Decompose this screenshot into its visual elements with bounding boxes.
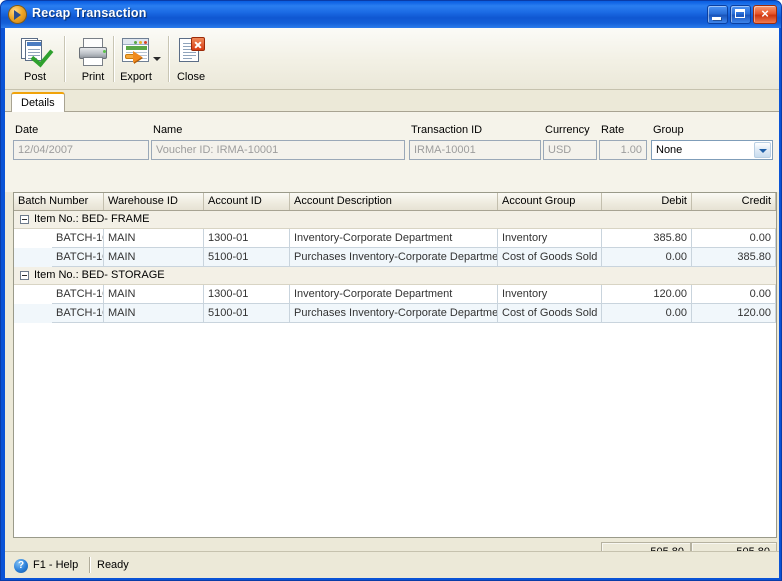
column-header-account-group[interactable]: Account Group xyxy=(498,193,602,210)
post-button[interactable]: Post xyxy=(9,32,61,86)
grid-header-row: Batch Number Warehouse ID Account ID Acc… xyxy=(14,193,776,211)
group-row[interactable]: Item No.: BED- FRAME xyxy=(14,211,776,229)
name-label: Name xyxy=(153,124,183,136)
table-row[interactable]: BATCH-1015 MAIN 5100-01 Purchases Invent… xyxy=(14,304,776,323)
close-window-button[interactable]: × xyxy=(753,5,777,24)
group-row-label: Item No.: BED- FRAME xyxy=(34,213,150,225)
post-label: Post xyxy=(23,71,46,83)
cell-warehouse-id: MAIN xyxy=(104,229,204,248)
cell-account-id: 5100-01 xyxy=(204,304,290,323)
transaction-id-label: Transaction ID xyxy=(411,124,483,136)
currency-label: Currency xyxy=(545,124,590,136)
minimize-icon xyxy=(712,17,721,20)
export-spreadsheet-icon xyxy=(120,35,152,67)
client-area: Post Print Export Close Details Date 12/… xyxy=(5,28,779,578)
cell-batch-number: BATCH-1015 xyxy=(52,285,104,304)
cell-account-description: Purchases Inventory-Corporate Departme xyxy=(290,304,498,323)
export-dropdown-arrow-icon[interactable] xyxy=(153,57,161,61)
cell-account-id: 1300-01 xyxy=(204,229,290,248)
cell-account-group: Inventory xyxy=(498,285,602,304)
status-bar: ? F1 - Help Ready xyxy=(5,551,779,578)
cell-account-group: Cost of Goods Sold xyxy=(498,304,602,323)
cell-credit: 120.00 xyxy=(692,304,776,323)
collapse-group-icon[interactable] xyxy=(20,271,29,280)
table-row[interactable]: BATCH-1015 MAIN 5100-01 Purchases Invent… xyxy=(14,248,776,267)
printer-icon xyxy=(77,35,109,67)
date-field[interactable]: 12/04/2007 xyxy=(13,140,149,160)
post-document-check-icon xyxy=(19,35,54,68)
group-select[interactable]: None xyxy=(651,140,773,160)
cell-account-description: Inventory-Corporate Department xyxy=(290,285,498,304)
transaction-id-field[interactable]: IRMA-10001 xyxy=(409,140,541,160)
title-bar[interactable]: Recap Transaction × xyxy=(1,1,781,28)
column-header-account-description[interactable]: Account Description xyxy=(290,193,498,210)
group-select-value: None xyxy=(656,144,683,156)
help-question-icon[interactable]: ? xyxy=(14,559,28,573)
close-icon: × xyxy=(761,6,769,21)
app-icon xyxy=(9,6,26,23)
group-label: Group xyxy=(653,124,684,136)
cell-warehouse-id: MAIN xyxy=(104,285,204,304)
rate-label: Rate xyxy=(601,124,625,136)
cell-account-description: Inventory-Corporate Department xyxy=(290,229,498,248)
collapse-group-icon[interactable] xyxy=(20,215,29,224)
cell-debit: 0.00 xyxy=(602,304,692,323)
chevron-down-icon[interactable] xyxy=(754,142,771,158)
recap-transaction-window: Recap Transaction × Post Print Export Cl… xyxy=(0,0,782,581)
help-label[interactable]: F1 - Help xyxy=(33,558,78,573)
column-header-debit[interactable]: Debit xyxy=(602,193,692,210)
cell-debit: 0.00 xyxy=(602,248,692,267)
recap-grid: Batch Number Warehouse ID Account ID Acc… xyxy=(13,192,777,538)
close-document-icon xyxy=(175,35,207,67)
close-toolbar-label: Close xyxy=(176,71,206,83)
toolbar-separator-1 xyxy=(64,36,66,82)
column-header-batch-number[interactable]: Batch Number xyxy=(14,193,104,210)
tab-details[interactable]: Details xyxy=(11,92,65,112)
cell-account-id: 1300-01 xyxy=(204,285,290,304)
cell-batch-number: BATCH-1015 xyxy=(52,248,104,267)
cell-debit: 120.00 xyxy=(602,285,692,304)
group-row-label: Item No.: BED- STORAGE xyxy=(34,269,165,281)
form-panel: Date 12/04/2007 Name Voucher ID: IRMA-10… xyxy=(5,112,779,192)
cell-account-group: Cost of Goods Sold xyxy=(498,248,602,267)
cell-credit: 0.00 xyxy=(692,285,776,304)
status-message: Ready xyxy=(97,559,129,571)
cell-account-description: Purchases Inventory-Corporate Departme xyxy=(290,248,498,267)
date-label: Date xyxy=(15,124,39,136)
group-row[interactable]: Item No.: BED- STORAGE xyxy=(14,267,776,285)
column-header-account-id[interactable]: Account ID xyxy=(204,193,290,210)
tab-strip: Details xyxy=(5,90,779,112)
status-separator xyxy=(89,557,91,573)
cell-warehouse-id: MAIN xyxy=(104,304,204,323)
currency-field[interactable]: USD xyxy=(543,140,597,160)
minimize-button[interactable] xyxy=(707,5,728,24)
column-header-warehouse-id[interactable]: Warehouse ID xyxy=(104,193,204,210)
cell-account-group: Inventory xyxy=(498,229,602,248)
table-row[interactable]: BATCH-1015 MAIN 1300-01 Inventory-Corpor… xyxy=(14,285,776,304)
table-row[interactable]: BATCH-1015 MAIN 1300-01 Inventory-Corpor… xyxy=(14,229,776,248)
cell-credit: 0.00 xyxy=(692,229,776,248)
cell-batch-number: BATCH-1015 xyxy=(52,229,104,248)
toolbar: Post Print Export Close xyxy=(5,28,779,90)
export-label: Export xyxy=(120,71,152,83)
name-field[interactable]: Voucher ID: IRMA-10001 xyxy=(151,140,405,160)
maximize-button[interactable] xyxy=(730,5,751,24)
maximize-icon xyxy=(735,9,745,18)
cell-warehouse-id: MAIN xyxy=(104,248,204,267)
cell-credit: 385.80 xyxy=(692,248,776,267)
cell-account-id: 5100-01 xyxy=(204,248,290,267)
close-button[interactable]: Close xyxy=(165,32,217,86)
cell-batch-number: BATCH-1015 xyxy=(52,304,104,323)
window-title: Recap Transaction xyxy=(32,6,147,20)
cell-debit: 385.80 xyxy=(602,229,692,248)
rate-field[interactable]: 1.00 xyxy=(599,140,647,160)
column-header-credit[interactable]: Credit xyxy=(692,193,776,210)
